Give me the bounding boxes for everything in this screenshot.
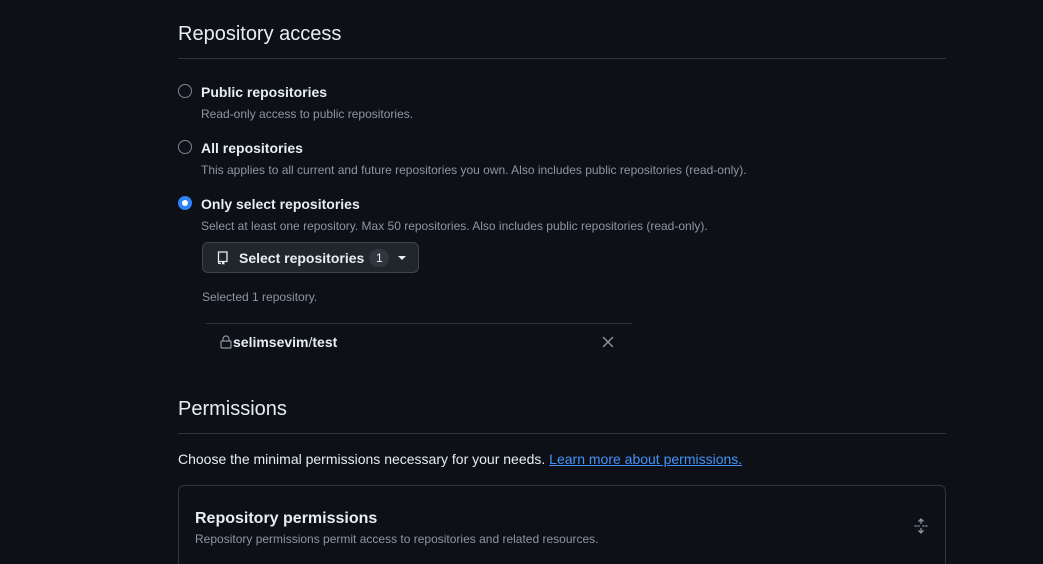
learn-more-permissions-link[interactable]: Learn more about permissions. [549,451,742,467]
repository-permissions-title: Repository permissions [195,510,378,527]
page: Repository access Public repositories Re… [0,0,1043,564]
repository-permissions-description: Repository permissions permit access to … [195,532,599,546]
permissions-intro-text: Choose the minimal permissions necessary… [178,451,546,467]
permissions-intro: Choose the minimal permissions necessary… [178,450,742,468]
permissions-content: Choose the minimal permissions necessary… [178,0,946,564]
repository-permissions-panel[interactable]: Repository permissions Repository permis… [178,485,946,564]
unfold-icon[interactable] [913,518,929,534]
